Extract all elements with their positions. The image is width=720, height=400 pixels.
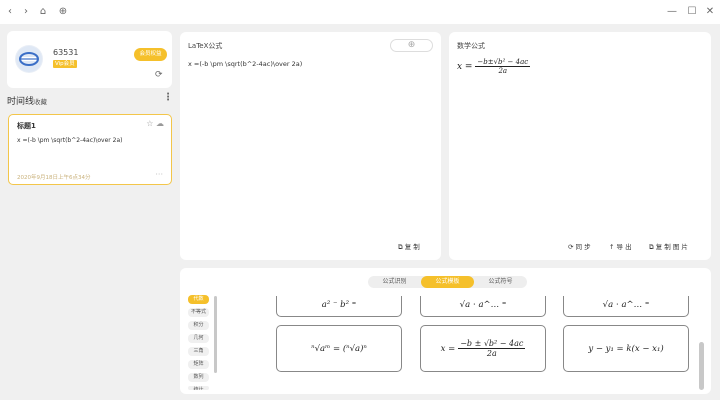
category-scrollbar[interactable] bbox=[214, 296, 217, 373]
maximize-icon[interactable]: ☐ bbox=[686, 6, 698, 18]
category-matrix[interactable]: 矩阵 bbox=[188, 360, 209, 369]
category-list: 代数 不等式 积分 几何 三角 矩阵 数列 统计 bbox=[188, 295, 214, 394]
copy-latex-button[interactable]: ⧉ 复 制 bbox=[398, 241, 420, 252]
star-icon[interactable]: ☆ bbox=[146, 119, 153, 128]
user-id: 63531 bbox=[53, 48, 79, 57]
minimize-icon[interactable]: — bbox=[666, 6, 678, 18]
template-item[interactable]: y − y₁ = k(x − x₁) bbox=[563, 325, 689, 372]
home-icon[interactable]: ⌂ bbox=[37, 6, 49, 18]
template-formula: a² ⁻ b² ⁼ bbox=[321, 300, 357, 310]
template-item[interactable]: a² ⁻ b² ⁼ bbox=[276, 296, 402, 317]
record-time: 2020年9月18日上午6点34分 bbox=[17, 175, 91, 181]
template-formula: ⁿ√aᵐ = (ⁿ√a)ⁿ bbox=[311, 343, 367, 354]
add-icon[interactable]: ⊕ bbox=[57, 6, 69, 18]
back-icon[interactable]: ‹ bbox=[4, 6, 16, 18]
quad-fraction: −b ± √b² − 4ac 2a bbox=[458, 339, 526, 358]
template-item-quadratic[interactable]: x = −b ± √b² − 4ac 2a bbox=[420, 325, 546, 372]
cloud-icon: ☁ bbox=[156, 119, 164, 128]
formula-numerator: −b±√b² − 4ac bbox=[475, 58, 531, 67]
template-grid: a² ⁻ b² ⁼ √a ⋅ a^… ⁼ √a ⋅ a^… ⁼ ⁿ√aᵐ = (… bbox=[276, 296, 690, 394]
member-benefits-button[interactable]: 会员权益 bbox=[134, 48, 167, 61]
timeline-title[interactable]: 时间线 bbox=[7, 94, 34, 107]
record-icons: ☆ ☁ bbox=[146, 119, 164, 128]
quad-numerator: −b ± √b² − 4ac bbox=[458, 339, 526, 349]
category-inequality[interactable]: 不等式 bbox=[188, 308, 209, 317]
tab-formula-recognition[interactable]: 公式识别 bbox=[368, 276, 421, 288]
latex-panel-title: LaTeX公式 bbox=[188, 42, 223, 50]
tab-formula-templates[interactable]: 公式模板 bbox=[421, 276, 474, 288]
template-scrollbar[interactable] bbox=[699, 342, 704, 390]
timeline-menu-icon[interactable]: ⋮ bbox=[163, 92, 173, 103]
category-integral[interactable]: 积分 bbox=[188, 321, 209, 330]
formula-denominator: 2a bbox=[498, 67, 508, 75]
latex-editor[interactable]: x =(-b \pm \sqrt(b^2-4ac)\over 2a) bbox=[188, 60, 302, 68]
formula-lhs: x = bbox=[457, 62, 473, 72]
category-algebra[interactable]: 代数 bbox=[188, 295, 209, 304]
math-panel: 数学公式 x = −b±√b² − 4ac 2a ⟳ 同 步 ↑ 导 出 ⧉ 复… bbox=[449, 32, 711, 260]
category-sequence[interactable]: 数列 bbox=[188, 373, 209, 382]
export-button[interactable]: ↑ 导 出 bbox=[609, 241, 632, 251]
category-statistics[interactable]: 统计 bbox=[188, 386, 209, 390]
latex-panel: LaTeX公式 ⊕ x =(-b \pm \sqrt(b^2-4ac)\over… bbox=[180, 32, 441, 260]
tab-formula-symbols[interactable]: 公式符号 bbox=[474, 276, 527, 288]
sync-button[interactable]: ⟳ 同 步 bbox=[568, 241, 591, 251]
avatar[interactable] bbox=[15, 45, 43, 73]
favorites-tab[interactable]: 收藏 bbox=[34, 96, 47, 106]
category-geometry[interactable]: 几何 bbox=[188, 334, 209, 343]
formula-fraction: −b±√b² − 4ac 2a bbox=[475, 58, 531, 75]
close-icon[interactable]: ✕ bbox=[704, 6, 716, 18]
vip-badge: Vip会员 bbox=[53, 60, 77, 68]
quad-denominator: 2a bbox=[486, 349, 497, 358]
template-tabs: 公式识别 公式模板 公式符号 bbox=[368, 276, 527, 288]
template-formula: √a ⋅ a^… ⁼ bbox=[602, 300, 650, 310]
refresh-icon[interactable]: ⟳ bbox=[155, 70, 163, 80]
math-formula-preview: x = −b±√b² − 4ac 2a bbox=[457, 58, 531, 75]
template-item[interactable]: √a ⋅ a^… ⁼ bbox=[563, 296, 689, 317]
user-card: 63531 Vip会员 会员权益 ⟳ bbox=[7, 31, 172, 88]
template-formula: y − y₁ = k(x − x₁) bbox=[588, 343, 664, 354]
template-item[interactable]: √a ⋅ a^… ⁼ bbox=[420, 296, 546, 317]
template-panel: 公式识别 公式模板 公式符号 代数 不等式 积分 几何 三角 矩阵 数列 统计 … bbox=[180, 268, 711, 394]
forward-icon[interactable]: › bbox=[20, 6, 32, 18]
more-icon[interactable]: ··· bbox=[155, 170, 163, 179]
template-item[interactable]: ⁿ√aᵐ = (ⁿ√a)ⁿ bbox=[276, 325, 402, 372]
category-trigonometry[interactable]: 三角 bbox=[188, 347, 209, 356]
title-bar: ‹ › ⌂ ⊕ — ☐ ✕ bbox=[0, 0, 720, 24]
template-formula: √a ⋅ a^… ⁼ bbox=[459, 300, 507, 310]
math-panel-title: 数学公式 bbox=[457, 42, 485, 50]
avatar-icon bbox=[16, 46, 42, 72]
copy-image-button[interactable]: ⧉ 复 制 图 片 bbox=[649, 241, 688, 252]
record-title: 标题1 bbox=[17, 122, 36, 130]
record-latex: x =(-b \pm \sqrt(b^2-4ac)\over 2a) bbox=[17, 137, 123, 144]
add-formula-button[interactable]: ⊕ bbox=[390, 39, 433, 52]
timeline-record[interactable]: 标题1 ☆ ☁ x =(-b \pm \sqrt(b^2-4ac)\over 2… bbox=[8, 114, 172, 185]
quad-lhs: x = bbox=[440, 343, 456, 354]
